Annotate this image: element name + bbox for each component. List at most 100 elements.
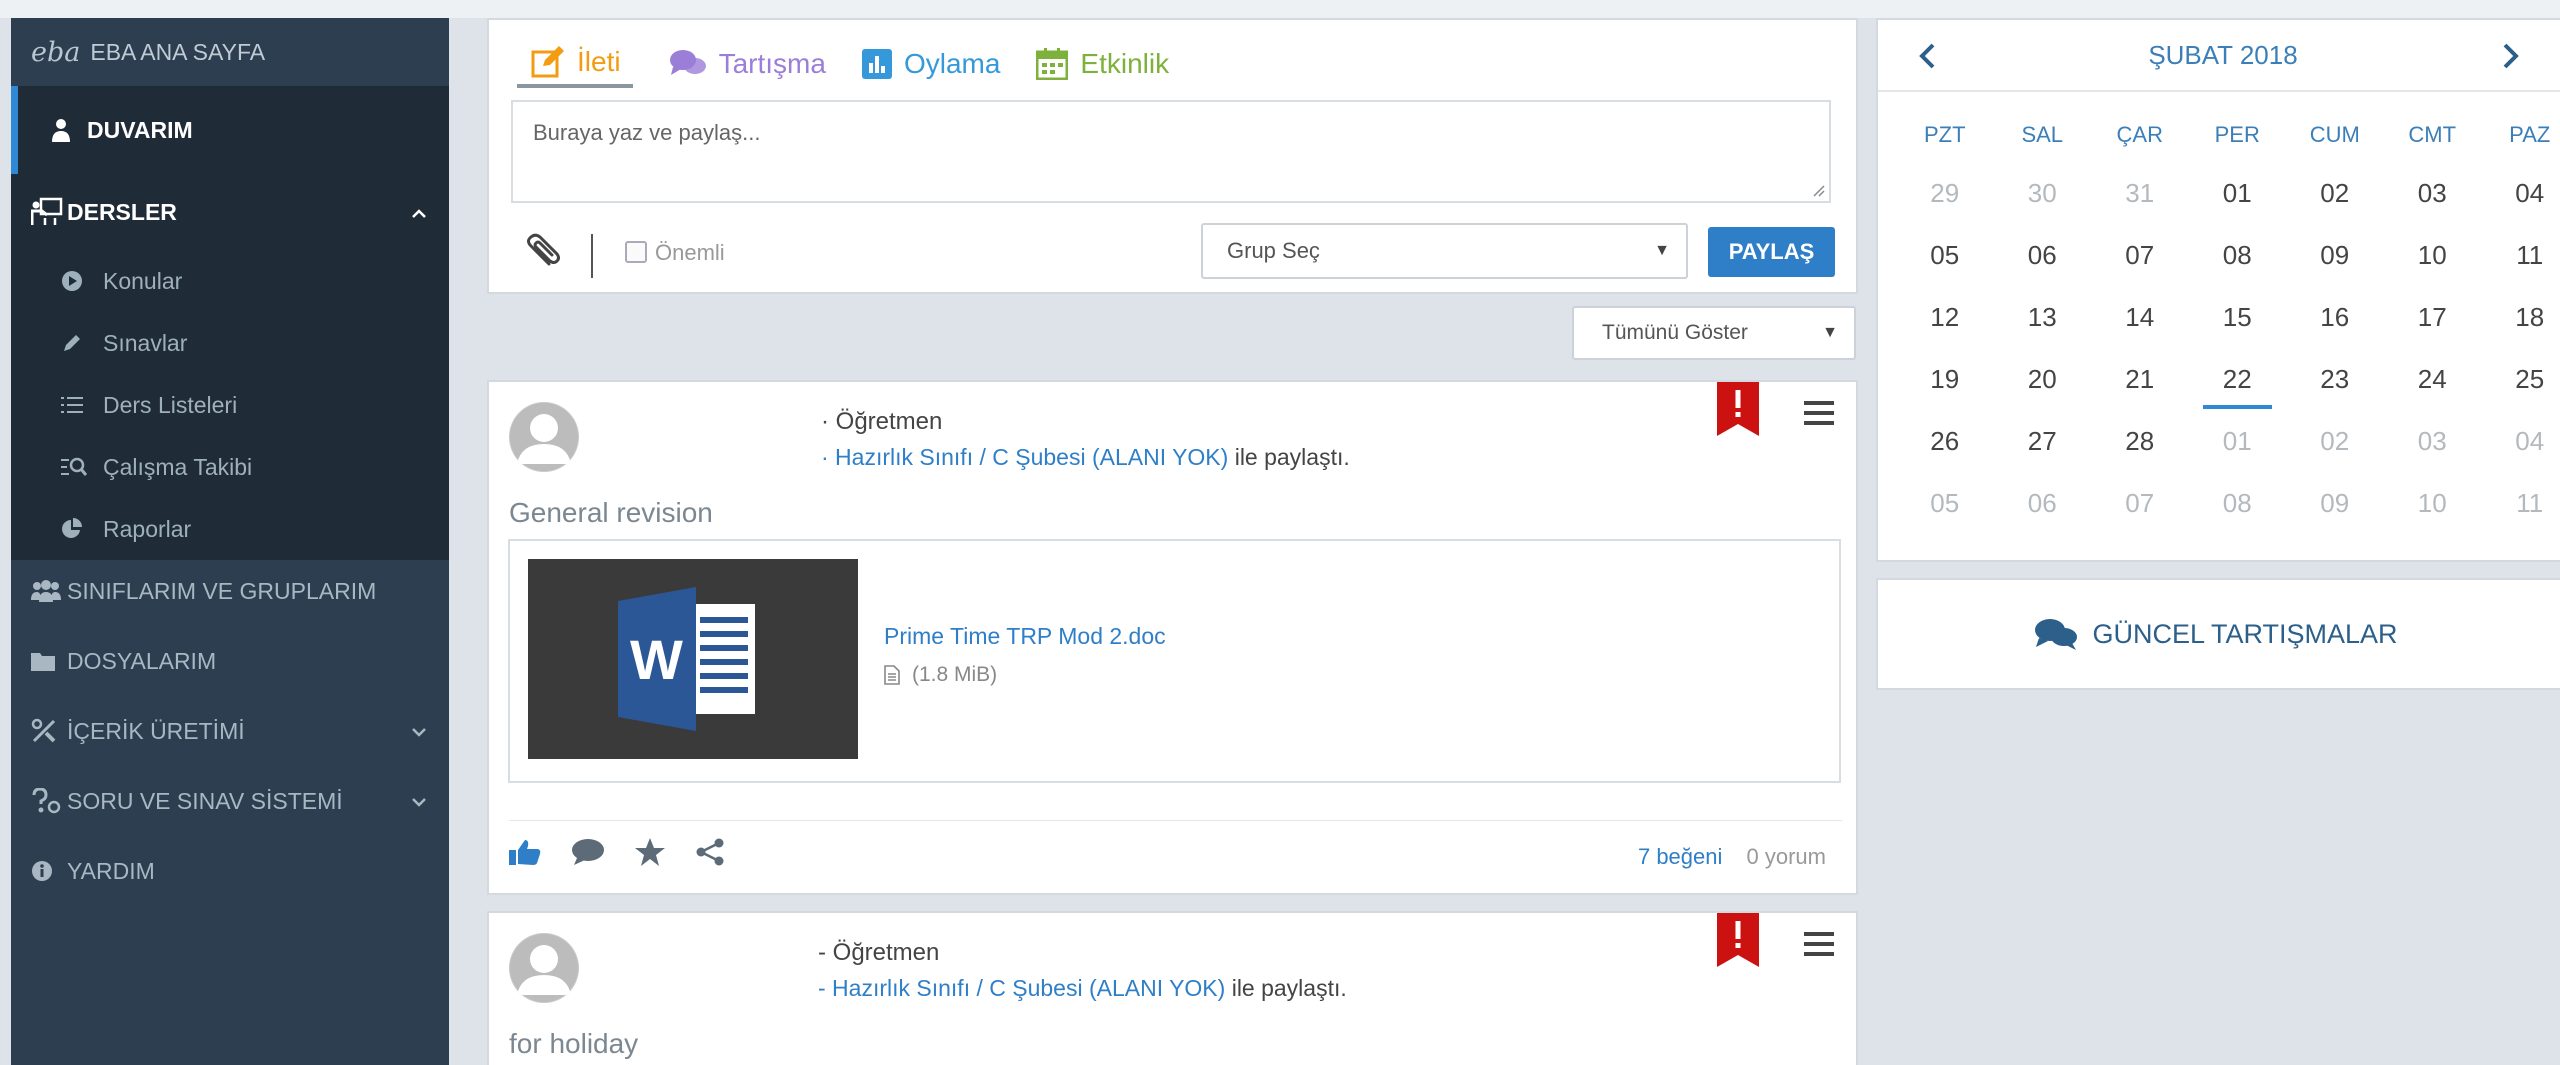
calendar-day[interactable]: 12	[1896, 302, 1994, 333]
sidebar-subitem-konular[interactable]: Konular	[11, 250, 449, 312]
calendar-day[interactable]: 10	[2384, 240, 2482, 271]
tab-tartisma[interactable]: Tartışma	[669, 40, 826, 88]
attachment-card[interactable]: W Prime Time TRP Mod 2.doc (1.8 MiB)	[508, 539, 1841, 783]
sidebar-subitem-sinavlar[interactable]: Sınavlar	[11, 312, 449, 374]
calendar-day[interactable]: 23	[2286, 364, 2384, 395]
search-list-icon	[61, 457, 103, 477]
comment-icon[interactable]	[571, 838, 605, 866]
hamburger-menu-icon[interactable]	[1804, 400, 1834, 431]
sidebar-item-icerik-uretimi[interactable]: İÇERİK ÜRETİMİ	[11, 696, 449, 766]
calendar-day[interactable]: 01	[2189, 426, 2287, 457]
calendar-week-row: 26 27 28 01 02 03 04	[1896, 410, 2560, 472]
share-icon[interactable]	[695, 838, 725, 866]
like-icon[interactable]	[509, 838, 541, 866]
calendar-day[interactable]: 08	[2189, 240, 2287, 271]
sidebar-item-dosyalarim[interactable]: DOSYALARIM	[11, 626, 449, 696]
calendar-day[interactable]: 18	[2481, 302, 2560, 333]
divider	[591, 234, 593, 278]
calendar-day[interactable]: 20	[1994, 364, 2092, 395]
sidebar-item-siniflarim[interactable]: SINIFLARIM VE GRUPLARIM	[11, 556, 449, 626]
star-icon[interactable]	[635, 838, 665, 866]
sidebar-subitem-calisma-takibi[interactable]: Çalışma Takibi	[11, 436, 449, 498]
tab-ileti[interactable]: İleti	[517, 40, 633, 88]
calendar-day[interactable]: 13	[1994, 302, 2092, 333]
current-discussions-button[interactable]: GÜNCEL TARTIŞMALAR	[1876, 578, 2560, 690]
tab-label: İleti	[577, 46, 621, 77]
calendar-day[interactable]: 07	[2091, 488, 2189, 519]
calendar-day[interactable]: 09	[2286, 240, 2384, 271]
calendar-weekday-row: PZT SAL ÇAR PER CUM CMT PAZ	[1896, 108, 2560, 162]
tab-etkinlik[interactable]: Etkinlik	[1036, 40, 1169, 88]
calendar-day[interactable]: 17	[2384, 302, 2482, 333]
sidebar-item-yardim[interactable]: YARDIM	[11, 836, 449, 906]
share-button[interactable]: PAYLAŞ	[1708, 227, 1835, 277]
comments-icon	[669, 49, 707, 79]
calendar-day[interactable]: 30	[1994, 178, 2092, 209]
calendar-day[interactable]: 24	[2384, 364, 2482, 395]
calendar-day[interactable]: 03	[2384, 426, 2482, 457]
calendar-day[interactable]: 11	[2481, 240, 2560, 271]
calendar-day[interactable]: 05	[1896, 240, 1994, 271]
calendar-day[interactable]: 08	[2189, 488, 2287, 519]
important-bookmark-icon	[1717, 913, 1759, 972]
calendar-day[interactable]: 04	[2481, 178, 2560, 209]
sidebar-subitem-raporlar[interactable]: Raporlar	[11, 498, 449, 560]
calendar-day[interactable]: 14	[2091, 302, 2189, 333]
folder-icon	[31, 651, 67, 671]
top-strip	[0, 0, 2560, 18]
calendar-day[interactable]: 06	[1994, 240, 2092, 271]
calendar-day[interactable]: 11	[2481, 488, 2560, 519]
sidebar-item-soru-sinav[interactable]: SORU VE SINAV SİSTEMİ	[11, 766, 449, 836]
calendar-day[interactable]: 07	[2091, 240, 2189, 271]
calendar-day[interactable]: 28	[2091, 426, 2189, 457]
feed-filter-select[interactable]: Tümünü Göster ▼	[1572, 306, 1856, 360]
calendar-day[interactable]: 09	[2286, 488, 2384, 519]
important-checkbox[interactable]	[625, 241, 647, 263]
calendar-day[interactable]: 29	[1896, 178, 1994, 209]
shared-with-link[interactable]: · Hazırlık Sınıfı / C Şubesi (ALANI YOK)	[821, 444, 1228, 470]
sidebar-item-duvarim[interactable]: DUVARIM	[11, 86, 449, 174]
sidebar-home-link[interactable]: eba EBA ANA SAYFA	[11, 18, 449, 86]
shared-with-link[interactable]: - Hazırlık Sınıfı / C Şubesi (ALANI YOK)	[818, 975, 1225, 1001]
file-name-link[interactable]: Prime Time TRP Mod 2.doc	[884, 623, 1166, 650]
shared-with-suffix: ile paylaştı.	[1225, 975, 1347, 1001]
calendar-day[interactable]: 26	[1896, 426, 1994, 457]
hamburger-menu-icon[interactable]	[1804, 931, 1834, 962]
sidebar-subitem-ders-listeleri[interactable]: Ders Listeleri	[11, 374, 449, 436]
calendar-day[interactable]: 25	[2481, 364, 2560, 395]
calendar-day[interactable]: 04	[2481, 426, 2560, 457]
calendar-day[interactable]: 02	[2286, 178, 2384, 209]
resize-grip-icon[interactable]	[1811, 183, 1825, 197]
calendar-day[interactable]: 05	[1896, 488, 1994, 519]
comments-count[interactable]: 0 yorum	[1747, 844, 1826, 869]
weekday-label: SAL	[2021, 122, 2064, 147]
calendar-day[interactable]: 31	[2091, 178, 2189, 209]
group-select[interactable]: Grup Seç ▼	[1201, 223, 1688, 279]
calendar-week-row: 05 06 07 08 09 10 11	[1896, 224, 2560, 286]
document-icon	[884, 665, 900, 685]
calendar-day[interactable]: 16	[2286, 302, 2384, 333]
paperclip-icon[interactable]	[519, 230, 563, 279]
list-icon	[61, 396, 103, 414]
calendar-day[interactable]: 27	[1994, 426, 2092, 457]
tab-oylama[interactable]: Oylama	[861, 40, 1000, 88]
sidebar-item-dersler[interactable]: DERSLER	[11, 174, 449, 250]
calendar-day[interactable]: 02	[2286, 426, 2384, 457]
calendar-day-today[interactable]: 22	[2189, 364, 2287, 409]
calendar-day[interactable]: 01	[2189, 178, 2287, 209]
chevron-right-icon[interactable]	[2502, 42, 2520, 75]
calendar-day[interactable]: 10	[2384, 488, 2482, 519]
likes-count-link[interactable]: 7 beğeni	[1638, 844, 1722, 869]
calendar-day[interactable]: 15	[2189, 302, 2287, 333]
word-document-thumbnail[interactable]: W	[528, 559, 858, 759]
calendar-day[interactable]: 19	[1896, 364, 1994, 395]
calendar-month-title[interactable]: ŞUBAT 2018	[1878, 40, 2560, 71]
calendar-day[interactable]: 06	[1994, 488, 2092, 519]
calendar-day[interactable]: 21	[2091, 364, 2189, 395]
avatar[interactable]	[509, 933, 579, 1003]
calendar-day[interactable]: 03	[2384, 178, 2482, 209]
avatar[interactable]	[509, 402, 579, 472]
tab-label: Tartışma	[718, 48, 826, 79]
calendar-week-row: 29 30 31 01 02 03 04	[1896, 162, 2560, 224]
post-textarea[interactable]: Buraya yaz ve paylaş...	[511, 100, 1831, 203]
